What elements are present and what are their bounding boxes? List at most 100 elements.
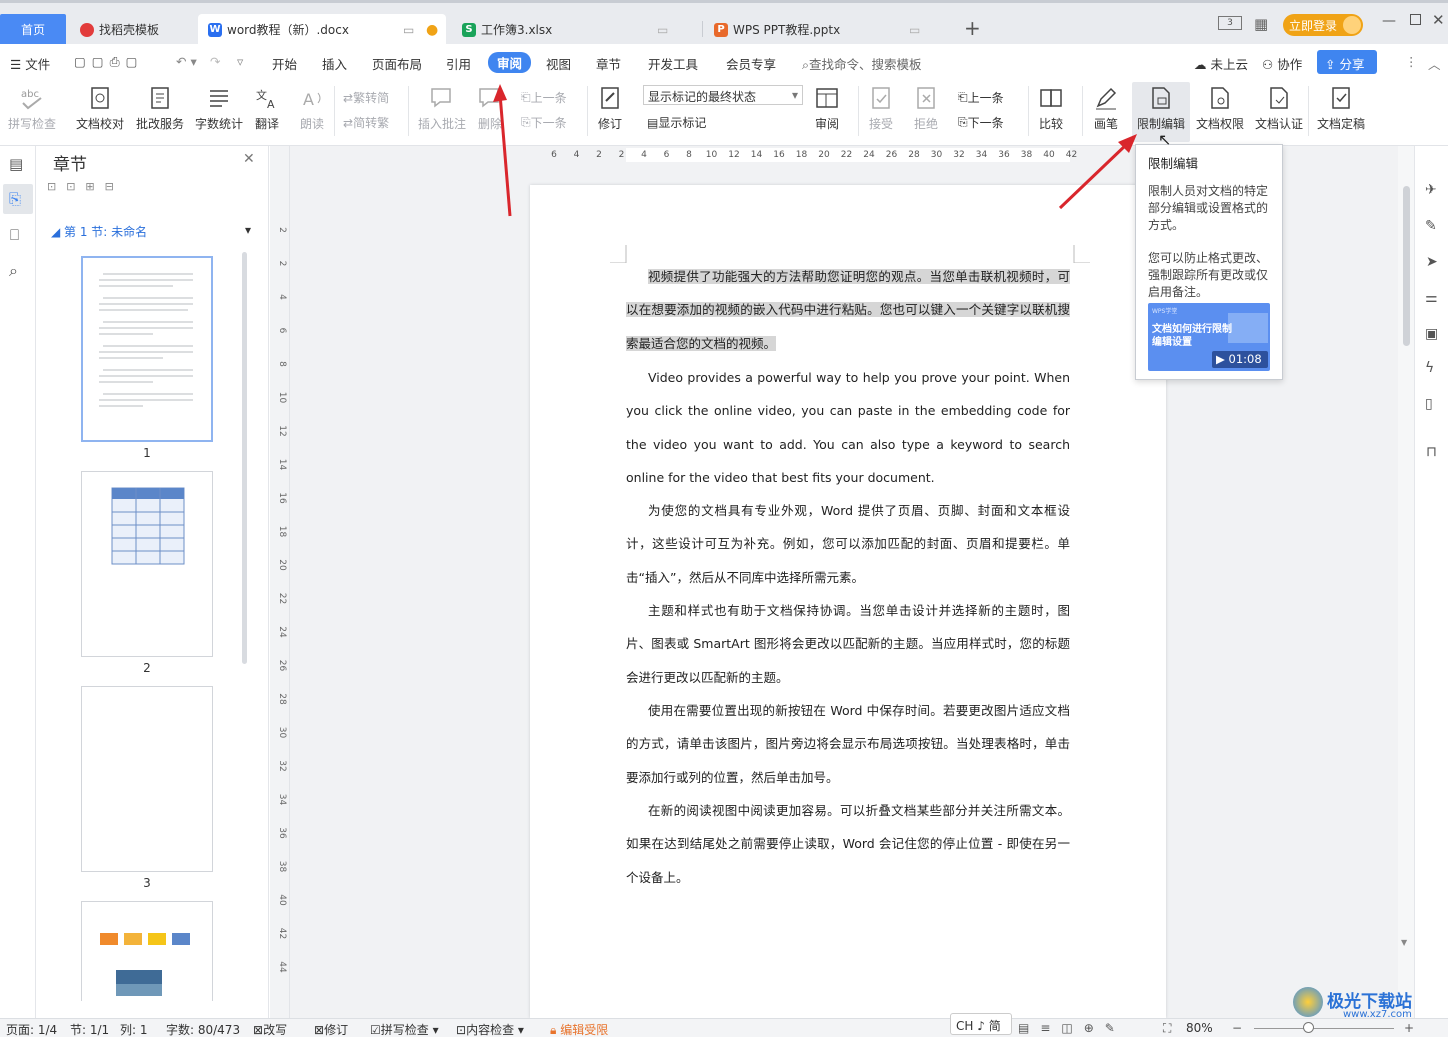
read-aloud-button[interactable]: A 朗读 <box>299 82 325 132</box>
next-change-button[interactable]: ⎘ 下一条 <box>958 114 1004 131</box>
ime-indicator[interactable]: CH ♪ 简 <box>950 1013 1012 1035</box>
word-count-button[interactable]: 字数统计 <box>195 82 243 132</box>
redo-icon[interactable]: ↷ <box>210 54 220 69</box>
scroll-thumb[interactable] <box>1403 186 1410 346</box>
pen-button[interactable]: 画笔 <box>1093 82 1119 132</box>
menu-start[interactable]: 开始 <box>272 54 297 73</box>
menu-developer[interactable]: 开发工具 <box>648 54 698 73</box>
markup-state-select[interactable]: 显示标记的最终状态 ▾ <box>643 85 803 105</box>
vertical-scrollbar[interactable]: ▼ <box>1398 146 1414 1018</box>
close-panel-icon[interactable]: ✕ <box>243 151 255 167</box>
zoom-level[interactable]: 80% <box>1186 1021 1213 1035</box>
menu-chapter[interactable]: 章节 <box>596 54 621 73</box>
paragraph-5[interactable]: 使用在需要位置出现的新按钮在 Word 中保存时间。若要更改图片适应文档的方式，… <box>626 694 1070 794</box>
prev-change-button[interactable]: ⎗ 上一条 <box>958 89 1004 106</box>
customize-icon[interactable]: ▿ <box>237 54 243 69</box>
reject-button[interactable]: 拒绝 <box>913 82 939 132</box>
lightning-icon[interactable]: ϟ <box>1425 360 1434 376</box>
command-search[interactable]: ⌕查找命令、搜索模板 <box>802 54 922 73</box>
doc-certify-button[interactable]: 文档认证 <box>1255 82 1303 132</box>
content-check-toggle[interactable]: ⊡内容检查 ▾ <box>456 1021 524 1038</box>
paragraph-3[interactable]: 为使您的文档具有专业外观，Word 提供了页眉、页脚、封面和文本框设计，这些设计… <box>626 494 1070 594</box>
trad-to-simp-button[interactable]: ⇄ 繁转简 <box>343 89 389 106</box>
finalize-button[interactable]: 文档定稿 <box>1317 82 1365 132</box>
paragraph-2[interactable]: Video provides a powerful way to help yo… <box>626 361 1070 495</box>
show-markup-button[interactable]: ▤ 显示标记 <box>647 114 706 131</box>
search-icon[interactable]: ⌕ <box>9 261 18 281</box>
zoom-slider[interactable] <box>1254 1028 1394 1029</box>
zoom-in-icon[interactable]: + <box>1404 1021 1414 1035</box>
batch-service-button[interactable]: 批改服务 <box>136 82 184 132</box>
chapter-nav-icon[interactable]: ⎘ <box>3 184 33 214</box>
collapse-ribbon-icon[interactable]: ︿ <box>1428 54 1441 73</box>
word-count-indicator[interactable]: 字数: 80/473 <box>166 1021 240 1038</box>
paragraph-1[interactable]: 视频提供了功能强大的方法帮助您证明您的观点。当您单击联机视频时，可以在想要添加的… <box>626 260 1070 360</box>
page-indicator[interactable]: 页面: 1/4 <box>6 1021 57 1038</box>
tab-word-doc[interactable]: Wword教程（新）.docx ▭ ● <box>198 14 446 45</box>
tab-ppt[interactable]: P WPS PPT教程.pptx ▭ <box>704 14 952 45</box>
accept-button[interactable]: 接受 <box>868 82 894 132</box>
menu-references[interactable]: 引用 <box>446 54 471 73</box>
cloud-status[interactable]: ☁ 未上云 <box>1194 54 1248 73</box>
select-icon[interactable]: ➤ <box>1426 254 1438 270</box>
grid-apps-icon[interactable]: ▦ <box>1254 15 1268 33</box>
minimize-icon[interactable]: — <box>1382 13 1396 29</box>
edit-restricted-status[interactable]: 🔒︎ 编辑受限 <box>550 1021 608 1038</box>
maximize-icon[interactable] <box>1410 14 1421 25</box>
overtype-toggle[interactable]: ⊠改写 <box>253 1021 287 1038</box>
scroll-down-icon[interactable]: ▼ <box>1401 938 1407 947</box>
translate-button[interactable]: 文 A 翻译 <box>254 82 280 132</box>
page-thumbnail-4[interactable] <box>81 901 213 1001</box>
menu-view[interactable]: 视图 <box>546 54 571 73</box>
review-pane-button[interactable]: 审阅 <box>814 82 840 132</box>
prev-comment-button[interactable]: ⎗ 上一条 <box>521 89 567 106</box>
page-thumbnail-2[interactable] <box>81 471 213 657</box>
lock-icon[interactable]: ⊓ <box>1426 444 1437 460</box>
file-menu[interactable]: ☰ 文件 <box>10 54 50 73</box>
simp-to-trad-button[interactable]: ⇄ 简转繁 <box>343 114 389 131</box>
collab-button[interactable]: ⚇ 协作 <box>1262 54 1302 73</box>
tab-home[interactable]: 首页 <box>0 14 66 45</box>
panel-tool-icons[interactable]: ⊡⊡⊞⊟ <box>47 180 124 193</box>
spell-check-button[interactable]: abc 拼写检查 <box>8 82 56 132</box>
document-page[interactable]: 视频提供了功能强大的方法帮助您证明您的观点。当您单击联机视频时，可以在想要添加的… <box>530 185 1166 1018</box>
bookmark-icon[interactable]: ⎕ <box>10 226 19 244</box>
menu-member[interactable]: 会员专享 <box>726 54 776 73</box>
edit-icon[interactable]: ✎ <box>1425 218 1437 234</box>
zoom-out-icon[interactable]: − <box>1232 1021 1242 1035</box>
page-thumbnail-1[interactable] <box>81 256 213 442</box>
quick-access-icons[interactable]: ▢▢⎙▢ <box>74 54 143 70</box>
tab-docer-templates[interactable]: 找稻壳模板 <box>70 14 194 45</box>
menu-review[interactable]: 审阅 <box>488 52 532 73</box>
image-icon[interactable]: ▣ <box>1425 326 1438 342</box>
layout-icon[interactable]: 3 <box>1218 16 1242 30</box>
fit-page-icon[interactable]: ⛶ <box>1163 1021 1171 1036</box>
share-button[interactable]: ⇪ 分享 <box>1317 50 1377 74</box>
rocket-icon[interactable]: ✈ <box>1425 182 1437 198</box>
monitor-icon[interactable]: ▭ <box>657 23 668 37</box>
menu-insert[interactable]: 插入 <box>322 54 347 73</box>
insert-comment-button[interactable]: 插入批注 <box>418 82 466 132</box>
panel-scrollbar[interactable] <box>242 252 247 664</box>
monitor-icon[interactable]: ▭ <box>403 23 414 37</box>
compare-button[interactable]: 比较 <box>1038 82 1064 132</box>
track-changes-button[interactable]: 修订 <box>597 82 623 132</box>
settings-sliders-icon[interactable]: ⚌ <box>1425 290 1438 306</box>
book-icon[interactable]: ▯ <box>1425 396 1433 412</box>
restrict-editing-button[interactable]: 限制编辑 <box>1137 82 1185 132</box>
view-mode-icons[interactable]: ▤≡◫⊕✎ <box>1018 1021 1126 1035</box>
menu-page-layout[interactable]: 页面布局 <box>372 54 422 73</box>
page-thumbnail-3[interactable] <box>81 686 213 872</box>
spell-check-toggle[interactable]: ☑拼写检查 ▾ <box>370 1021 439 1038</box>
paragraph-6[interactable]: 在新的阅读视图中阅读更加容易。可以折叠文档某些部分并关注所需文本。如果在达到结尾… <box>626 794 1070 894</box>
login-button[interactable]: 立即登录 <box>1283 14 1363 36</box>
proofread-button[interactable]: 文档校对 <box>76 82 124 132</box>
tutorial-video-card[interactable]: WPS学堂 文档如何进行限制编辑设置 ▶ 01:08 <box>1148 303 1270 371</box>
zoom-slider-handle[interactable] <box>1303 1022 1314 1033</box>
more-icon[interactable]: ⋮ <box>1405 54 1418 69</box>
track-toggle[interactable]: ⊠修订 <box>314 1021 348 1038</box>
paragraph-4[interactable]: 主题和样式也有助于文档保持协调。当您单击设计并选择新的主题时，图片、图表或 Sm… <box>626 594 1070 694</box>
next-comment-button[interactable]: ⎘ 下一条 <box>521 114 567 131</box>
monitor-icon[interactable]: ▭ <box>909 23 920 37</box>
new-tab-plus-icon[interactable]: + <box>964 16 981 40</box>
